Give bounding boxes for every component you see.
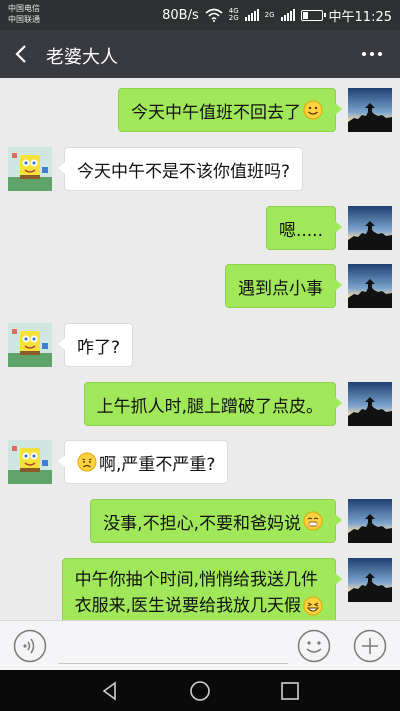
message-bubble[interactable]: 咋了? <box>57 323 134 367</box>
my-avatar[interactable] <box>348 88 392 132</box>
battery-icon <box>300 9 326 21</box>
message-bubble[interactable]: 上午抓人时,腿上蹭破了点皮。 <box>83 382 343 426</box>
my-avatar[interactable] <box>348 264 392 308</box>
message-text: 今天中午不是不该你值班吗? <box>77 161 291 182</box>
message-sent: 中午你抽个时间,悄悄给我送几件 衣服来,医生说要给我放几天假 <box>0 558 400 620</box>
contact-avatar[interactable] <box>8 440 52 484</box>
message-sent: 今天中午值班不回去了 <box>0 88 400 136</box>
voice-icon[interactable] <box>13 629 47 663</box>
message-text: 啊,严重不严重? <box>99 454 216 475</box>
message-bubble[interactable]: 中午你抽个时间,悄悄给我送几件 衣服来,医生说要给我放几天假 <box>61 558 343 620</box>
message-text: 嗯..... <box>278 220 323 241</box>
message-received: 咋了? <box>0 323 400 371</box>
nav-recents-icon[interactable] <box>279 680 301 702</box>
message-bubble[interactable]: 没事,不担心,不要和爸妈说 <box>90 499 342 543</box>
system-nav-bar <box>0 670 400 711</box>
message-bubble[interactable]: 遇到点小事 <box>225 264 342 308</box>
message-bubble[interactable]: 今天中午不是不该你值班吗? <box>57 147 304 191</box>
my-avatar[interactable] <box>348 499 392 543</box>
emoji-icon[interactable] <box>297 629 331 663</box>
message-text: 上午抓人时,腿上蹭破了点皮。 <box>96 396 323 417</box>
input-bar <box>0 620 400 670</box>
status-indicators: 80B/s 4G 2G 2G 中午11:25 <box>162 5 392 25</box>
my-avatar[interactable] <box>348 382 392 426</box>
worried-emoji-icon <box>77 452 97 472</box>
message-bubble[interactable]: 今天中午值班不回去了 <box>118 88 342 132</box>
contact-avatar[interactable] <box>8 147 52 191</box>
signal-icon <box>244 9 259 21</box>
carrier-label-1: 中国电信 <box>8 4 40 13</box>
message-received: 啊,严重不严重? <box>0 440 400 488</box>
network-extra: 2G <box>264 10 275 19</box>
message-input[interactable] <box>58 633 288 664</box>
message-text: 咋了? <box>77 337 121 358</box>
grin-emoji-icon <box>303 596 323 616</box>
contact-name: 老婆大人 <box>46 47 118 68</box>
message-bubble[interactable]: 嗯..... <box>265 206 343 250</box>
nav-home-icon[interactable] <box>189 680 211 702</box>
message-text: 今天中午值班不回去了 <box>131 102 301 123</box>
network-type: 4G 2G <box>229 8 239 22</box>
nav-back-icon[interactable] <box>99 680 121 702</box>
message-text: 没事,不担心,不要和爸妈说 <box>103 513 301 534</box>
network-bottom: 2G <box>228 14 239 22</box>
wifi-icon <box>205 8 223 22</box>
message-sent: 上午抓人时,腿上蹭破了点皮。 <box>0 382 400 430</box>
message-text-line-2: 衣服来,医生说要给我放几天假 <box>74 596 301 616</box>
network-type-2: 2G <box>264 10 275 19</box>
contact-avatar[interactable] <box>8 323 52 367</box>
network-speed: 80B/s <box>162 7 199 23</box>
message-text-line-1: 中午你抽个时间,悄悄给我送几件 <box>74 570 318 590</box>
my-avatar[interactable] <box>348 206 392 250</box>
carrier-info: 中国电信 中国联通 <box>8 3 40 25</box>
message-text: 遇到点小事 <box>238 278 323 299</box>
more-icon[interactable] <box>360 42 384 66</box>
smile-emoji-icon <box>303 100 323 120</box>
message-sent: 遇到点小事 <box>0 264 400 312</box>
signal-icon-2 <box>280 9 295 21</box>
message-bubble[interactable]: 啊,严重不严重? <box>57 440 229 484</box>
clock: 中午11:25 <box>328 9 392 25</box>
chat-area[interactable]: 今天中午值班不回去了 今天中午不是不该你值班吗? 嗯..... 遇到点小事 咋了… <box>0 78 400 620</box>
shush-emoji-icon <box>303 511 323 531</box>
my-avatar[interactable] <box>348 558 392 602</box>
message-sent: 没事,不担心,不要和爸妈说 <box>0 499 400 547</box>
plus-icon[interactable] <box>353 629 387 663</box>
message-sent: 嗯..... <box>0 206 400 254</box>
carrier-label-2: 中国联通 <box>8 15 40 24</box>
chat-header: 老婆大人 <box>0 30 400 78</box>
back-arrow-icon[interactable] <box>10 42 34 66</box>
message-received: 今天中午不是不该你值班吗? <box>0 147 400 195</box>
status-bar: 中国电信 中国联通 80B/s 4G 2G 2G 中午11:25 <box>0 0 400 30</box>
